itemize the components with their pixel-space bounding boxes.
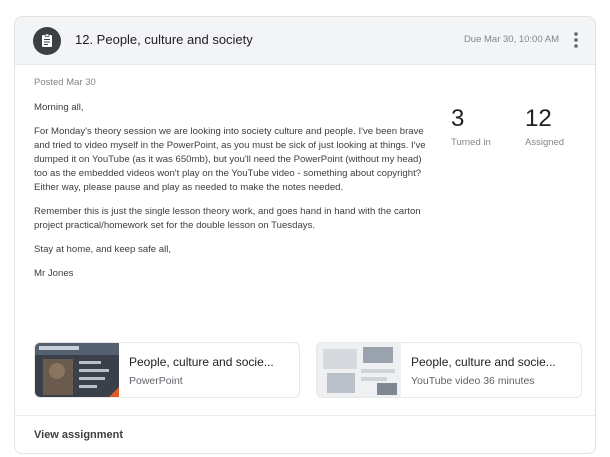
instructions-paragraph: Stay at home, and keep safe all,	[34, 244, 172, 255]
divider	[15, 415, 595, 416]
view-assignment-link[interactable]: View assignment	[34, 429, 123, 441]
assignment-icon	[33, 27, 61, 55]
attachments: People, culture and socie... PowerPoint …	[34, 342, 590, 400]
attachment-type: PowerPoint	[129, 375, 183, 387]
turned-in-stat[interactable]: 3 Turned in	[451, 105, 491, 148]
attachment-name[interactable]: People, culture and socie...	[129, 355, 293, 369]
assignment-header[interactable]: 12. People, culture and society Due Mar …	[15, 17, 595, 65]
instructions-paragraph: Remember this is just the single lesson …	[34, 206, 421, 231]
submission-stats: 3 Turned in 12 Assigned	[447, 105, 587, 165]
signature-text: Mr Jones	[34, 268, 74, 279]
posted-date: Posted Mar 30	[34, 77, 96, 88]
assigned-label: Assigned	[525, 137, 565, 148]
assignment-card: 12. People, culture and society Due Mar …	[14, 16, 596, 454]
attachment-name[interactable]: People, culture and socie...	[411, 355, 575, 369]
attachment-youtube[interactable]: People, culture and socie... YouTube vid…	[316, 342, 582, 398]
assigned-stat[interactable]: 12 Assigned	[525, 105, 564, 148]
attachment-powerpoint[interactable]: People, culture and socie... PowerPoint	[34, 342, 300, 398]
turned-in-label: Turned in	[451, 137, 491, 148]
assigned-count: 12	[525, 105, 552, 132]
powerpoint-thumbnail	[35, 343, 119, 397]
attachment-type: YouTube video 36 minutes	[411, 375, 535, 387]
turned-in-count: 3	[451, 105, 465, 132]
assignment-title[interactable]: 12. People, culture and society	[75, 32, 253, 47]
due-date: Due Mar 30, 10:00 AM	[463, 34, 559, 45]
instructions-paragraph: For Monday's theory session we are looki…	[34, 126, 426, 193]
youtube-thumbnail	[317, 343, 401, 397]
assignment-instructions: Morning all, For Monday's theory session…	[34, 101, 434, 291]
more-vert-icon[interactable]	[567, 29, 585, 51]
greeting-text: Morning all,	[34, 102, 84, 113]
